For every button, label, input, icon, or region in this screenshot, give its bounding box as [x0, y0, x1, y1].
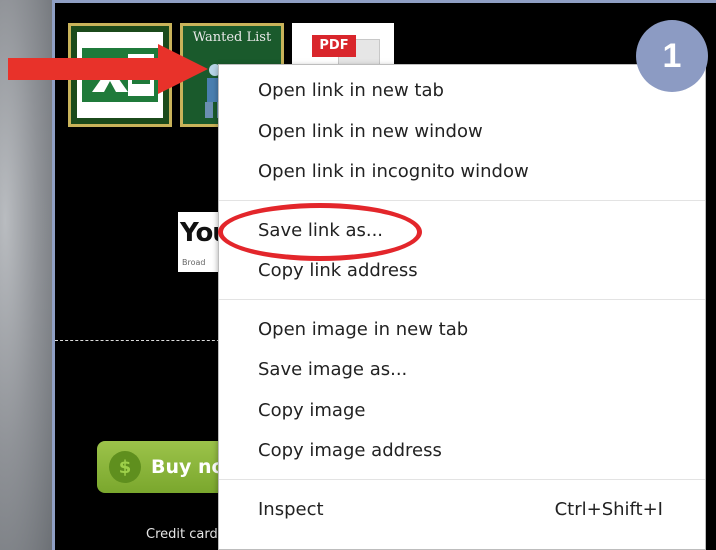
menu-item-open-image-new-tab[interactable]: Open image in new tab: [258, 319, 468, 341]
menu-item-open-link-new-tab[interactable]: Open link in new tab: [258, 80, 444, 102]
dashed-divider: [55, 340, 225, 341]
pdf-icon: PDF: [312, 35, 356, 57]
menu-item-copy-image-address[interactable]: Copy image address: [258, 440, 442, 462]
step-number-badge: 1: [636, 20, 708, 92]
menu-item-open-link-incognito[interactable]: Open link in incognito window: [258, 161, 529, 183]
highlight-ellipse: [218, 203, 422, 261]
inspect-shortcut: Ctrl+Shift+I: [554, 499, 663, 520]
menu-item-copy-link-address[interactable]: Copy link address: [258, 260, 418, 282]
context-menu: Open link in new tab Open link in new wi…: [218, 64, 706, 550]
menu-item-save-image-as[interactable]: Save image as...: [258, 359, 407, 381]
youtube-text: You: [180, 218, 222, 248]
youtube-subtext: Broad: [182, 258, 206, 267]
menu-item-open-link-new-window[interactable]: Open link in new window: [258, 121, 483, 143]
menu-separator: [219, 200, 705, 201]
wanted-list-title: Wanted List: [192, 30, 272, 45]
menu-separator: [219, 479, 705, 480]
youtube-logo[interactable]: You Broad: [178, 212, 222, 272]
menu-item-inspect[interactable]: Inspect: [258, 499, 324, 521]
buy-now-label: Buy no: [151, 456, 225, 478]
red-arrow-icon: [8, 44, 208, 94]
menu-item-copy-image[interactable]: Copy image: [258, 400, 365, 422]
menu-separator: [219, 299, 705, 300]
dollar-coin-icon: $: [109, 451, 141, 483]
buy-now-button[interactable]: $ Buy no: [97, 441, 227, 493]
